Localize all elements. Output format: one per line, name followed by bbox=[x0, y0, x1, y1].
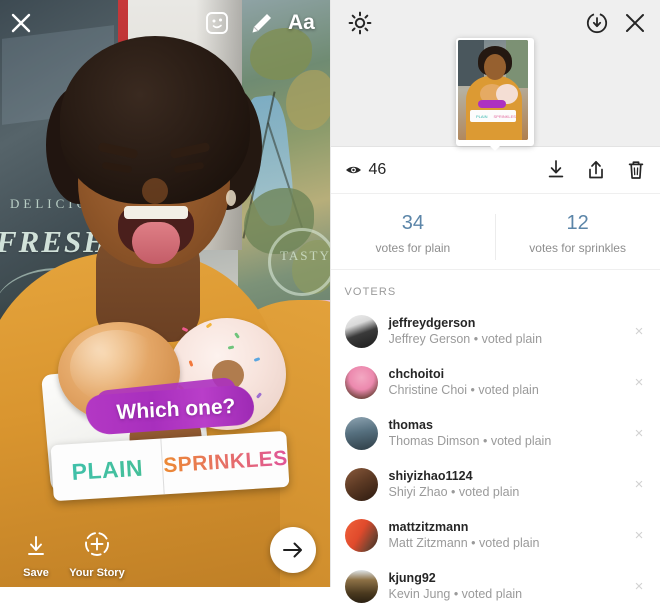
views-count: 46 bbox=[369, 161, 387, 179]
poll-option-sprinkles[interactable]: SPRINKLES bbox=[162, 431, 290, 495]
add-to-story-icon bbox=[82, 529, 112, 559]
voter-row[interactable]: chchoitoiChristine Choi • voted plain× bbox=[331, 357, 660, 408]
remove-voter-icon[interactable]: × bbox=[630, 527, 648, 545]
poll-option-plain[interactable]: PLAIN bbox=[51, 439, 165, 502]
marker-pen-icon[interactable] bbox=[246, 8, 276, 38]
voter-username: kjung92 bbox=[389, 571, 631, 586]
voter-info: chchoitoiChristine Choi • voted plain bbox=[389, 367, 631, 398]
story-bottom-controls: Save Your Story bbox=[0, 517, 330, 587]
sticker-smiley-icon[interactable] bbox=[202, 8, 232, 38]
thumb-poll-option-1: PLAIN bbox=[470, 110, 493, 122]
voters-header: VOTERS bbox=[331, 269, 660, 306]
subject-tongue bbox=[132, 222, 180, 264]
sprinkles-vote-count: 12 bbox=[495, 212, 660, 235]
result-plain: 34 votes for plain bbox=[331, 212, 496, 255]
eye-icon bbox=[345, 163, 362, 177]
panel-header: PLAIN SPRINKLES bbox=[331, 0, 660, 147]
voter-info: jeffreydgersonJeffrey Gerson • voted pla… bbox=[389, 316, 631, 347]
trash-icon bbox=[626, 159, 646, 181]
download-arrow-icon bbox=[23, 533, 49, 559]
remove-voter-icon[interactable]: × bbox=[630, 323, 648, 341]
thumb-brush bbox=[478, 100, 506, 108]
voter-meta: Jeffrey Gerson • voted plain bbox=[389, 331, 631, 347]
save-button[interactable]: Save bbox=[14, 533, 58, 579]
voter-username: mattzitzmann bbox=[389, 520, 631, 535]
subject-nose bbox=[142, 178, 168, 204]
app-root: TASTY DELICIOUS FRESH PIES bbox=[0, 0, 660, 587]
thumbnail-image: PLAIN SPRINKLES bbox=[458, 40, 528, 140]
voter-meta: Shiyi Zhao • voted plain bbox=[389, 484, 631, 500]
voter-meta: Kevin Jung • voted plain bbox=[389, 586, 631, 602]
poll-results: 34 votes for plain 12 votes for sprinkle… bbox=[331, 194, 660, 269]
voter-row[interactable]: shiyizhao1124Shiyi Zhao • voted plain× bbox=[331, 459, 660, 510]
share-button[interactable] bbox=[586, 159, 606, 181]
arrow-right-icon bbox=[280, 537, 306, 563]
text-tool-button[interactable]: Aa bbox=[288, 8, 322, 38]
voter-row[interactable]: mattzitzmannMatt Zitzmann • voted plain× bbox=[331, 510, 660, 561]
delete-button[interactable] bbox=[626, 159, 646, 181]
voter-username: thomas bbox=[389, 418, 631, 433]
voter-username: shiyizhao1124 bbox=[389, 469, 631, 484]
window-decal-text: TASTY bbox=[280, 248, 330, 264]
subject-teeth bbox=[124, 206, 188, 219]
thumb-face bbox=[484, 54, 506, 80]
your-story-label: Your Story bbox=[62, 567, 132, 579]
download-button[interactable] bbox=[546, 159, 566, 181]
results-divider bbox=[495, 214, 496, 260]
voter-info: mattzitzmannMatt Zitzmann • voted plain bbox=[389, 520, 631, 551]
next-button[interactable] bbox=[270, 527, 316, 573]
thumbnail-caret bbox=[484, 140, 506, 151]
share-up-icon bbox=[586, 159, 606, 181]
download-circle-icon[interactable] bbox=[584, 10, 610, 36]
voter-username: chchoitoi bbox=[389, 367, 631, 382]
story-thumbnail[interactable]: PLAIN SPRINKLES bbox=[456, 38, 534, 146]
result-sprinkles: 12 votes for sprinkles bbox=[495, 212, 660, 255]
avatar[interactable] bbox=[345, 366, 378, 399]
your-story-button[interactable]: Your Story bbox=[62, 529, 132, 579]
avatar[interactable] bbox=[345, 468, 378, 501]
remove-voter-icon[interactable]: × bbox=[630, 425, 648, 443]
voter-info: thomasThomas Dimson • voted plain bbox=[389, 418, 631, 449]
download-icon bbox=[546, 159, 566, 181]
views-row: 46 bbox=[331, 147, 660, 194]
save-label: Save bbox=[14, 567, 58, 579]
voter-info: shiyizhao1124Shiyi Zhao • voted plain bbox=[389, 469, 631, 500]
remove-voter-icon[interactable]: × bbox=[630, 476, 648, 494]
plain-vote-count: 34 bbox=[331, 212, 496, 235]
voter-row[interactable]: jeffreydgersonJeffrey Gerson • voted pla… bbox=[331, 306, 660, 357]
views-count-group: 46 bbox=[345, 161, 547, 179]
voter-username: jeffreydgerson bbox=[389, 316, 631, 331]
subject-earring bbox=[226, 190, 236, 206]
gear-icon[interactable] bbox=[347, 10, 373, 36]
voters-list: jeffreydgersonJeffrey Gerson • voted pla… bbox=[331, 306, 660, 612]
sprinkles-vote-label: votes for sprinkles bbox=[495, 241, 660, 255]
story-preview-pane: TASTY DELICIOUS FRESH PIES bbox=[0, 0, 330, 587]
story-toolbar: Aa bbox=[0, 0, 330, 44]
views-actions bbox=[546, 159, 646, 181]
voter-meta: Thomas Dimson • voted plain bbox=[389, 433, 631, 449]
voter-meta: Matt Zitzmann • voted plain bbox=[389, 535, 631, 551]
story-insights-panel: PLAIN SPRINKLES 46 bbox=[330, 0, 660, 587]
remove-voter-icon[interactable]: × bbox=[630, 374, 648, 392]
panel-close-icon[interactable] bbox=[622, 10, 648, 36]
close-icon[interactable] bbox=[8, 10, 34, 36]
avatar[interactable] bbox=[345, 519, 378, 552]
thumb-poll: PLAIN SPRINKLES bbox=[470, 110, 516, 122]
voter-row[interactable]: thomasThomas Dimson • voted plain× bbox=[331, 408, 660, 459]
voter-meta: Christine Choi • voted plain bbox=[389, 382, 631, 398]
avatar[interactable] bbox=[345, 315, 378, 348]
plain-vote-label: votes for plain bbox=[331, 241, 496, 255]
thumb-poll-option-2: SPRINKLES bbox=[493, 110, 516, 122]
avatar[interactable] bbox=[345, 417, 378, 450]
